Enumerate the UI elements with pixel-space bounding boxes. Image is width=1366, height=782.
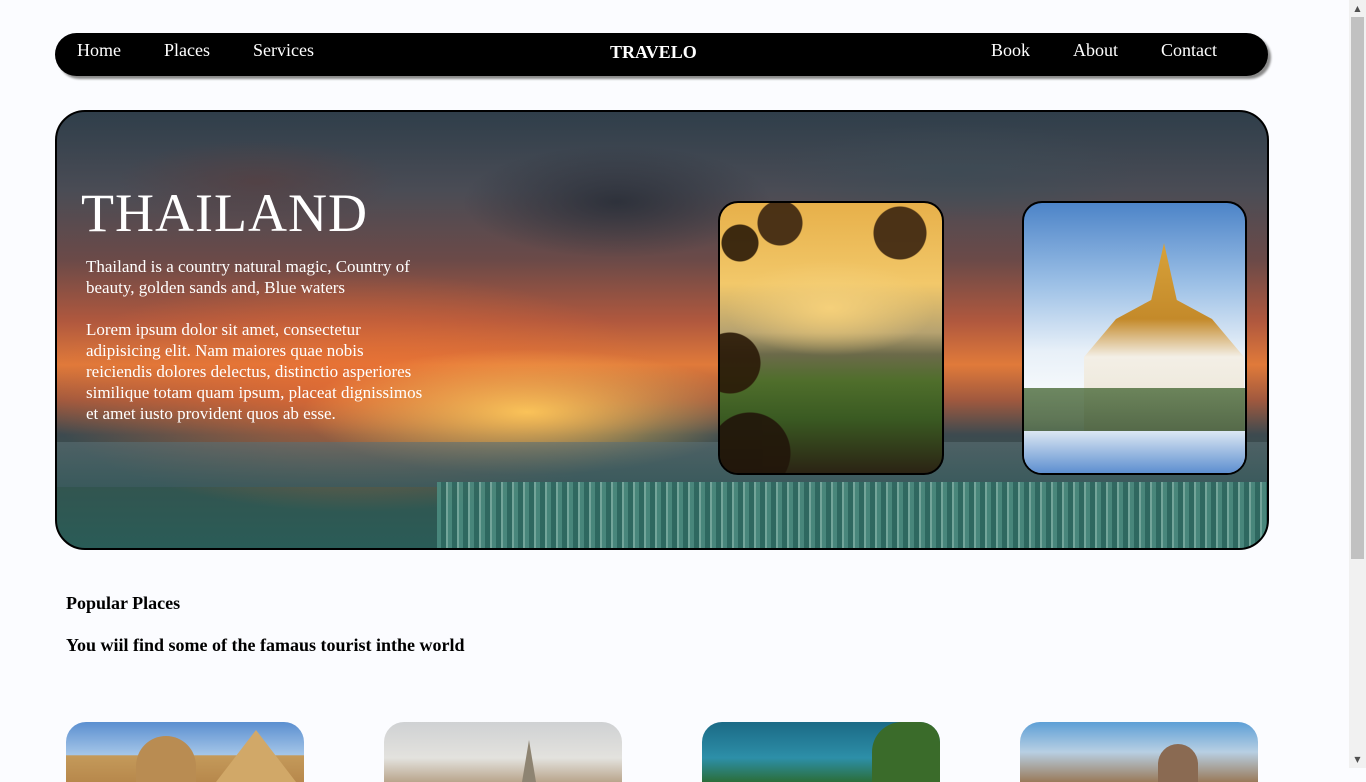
nav-link-contact[interactable]: Contact [1161, 40, 1217, 61]
nav-link-services[interactable]: Services [253, 40, 314, 61]
hero-title: THAILAND [81, 183, 368, 243]
coastal-trees-shape [872, 722, 940, 782]
hero-description-lorem: Lorem ipsum dolor sit amet, consectetur … [86, 320, 423, 423]
place-card-egypt[interactable] [66, 722, 304, 782]
temple-lower-sky [1024, 431, 1245, 473]
vertical-scrollbar[interactable]: ▲ ▼ [1349, 0, 1366, 768]
hero-image-forest-sunset [718, 201, 944, 475]
dome-shape [1158, 744, 1198, 782]
scrollbar-thumb[interactable] [1351, 17, 1364, 559]
place-card-city[interactable] [384, 722, 622, 782]
hero-description: Thailand is a country natural magic, Cou… [86, 256, 426, 424]
temple-lawn [1024, 388, 1245, 433]
scroll-up-arrow-icon[interactable]: ▲ [1349, 0, 1366, 17]
hero-description-intro: Thailand is a country natural magic, Cou… [86, 257, 410, 297]
nav-link-book[interactable]: Book [991, 40, 1030, 61]
popular-places-heading: Popular Places [66, 593, 181, 613]
brand-logo-text[interactable]: TRAVELO [610, 42, 697, 63]
hero-waterfall [437, 482, 1267, 548]
nav-link-home[interactable]: Home [77, 40, 121, 61]
pyramid-shape [216, 730, 296, 782]
nav-link-places[interactable]: Places [164, 40, 210, 61]
place-card-cathedral[interactable] [1020, 722, 1258, 782]
tree-branch-silhouette [720, 203, 942, 473]
hero-banner: THAILAND Thailand is a country natural m… [55, 110, 1269, 550]
navbar: Home Places Services TRAVELO Book About … [55, 33, 1268, 76]
place-card-coast[interactable] [702, 722, 940, 782]
scroll-down-arrow-icon[interactable]: ▼ [1349, 751, 1366, 768]
hero-image-grand-palace [1022, 201, 1247, 475]
popular-places-subheading: You wiil find some of the famaus tourist… [66, 635, 465, 655]
nav-link-about[interactable]: About [1073, 40, 1118, 61]
tower-spire-shape [522, 740, 536, 782]
sphinx-shape [136, 736, 196, 782]
